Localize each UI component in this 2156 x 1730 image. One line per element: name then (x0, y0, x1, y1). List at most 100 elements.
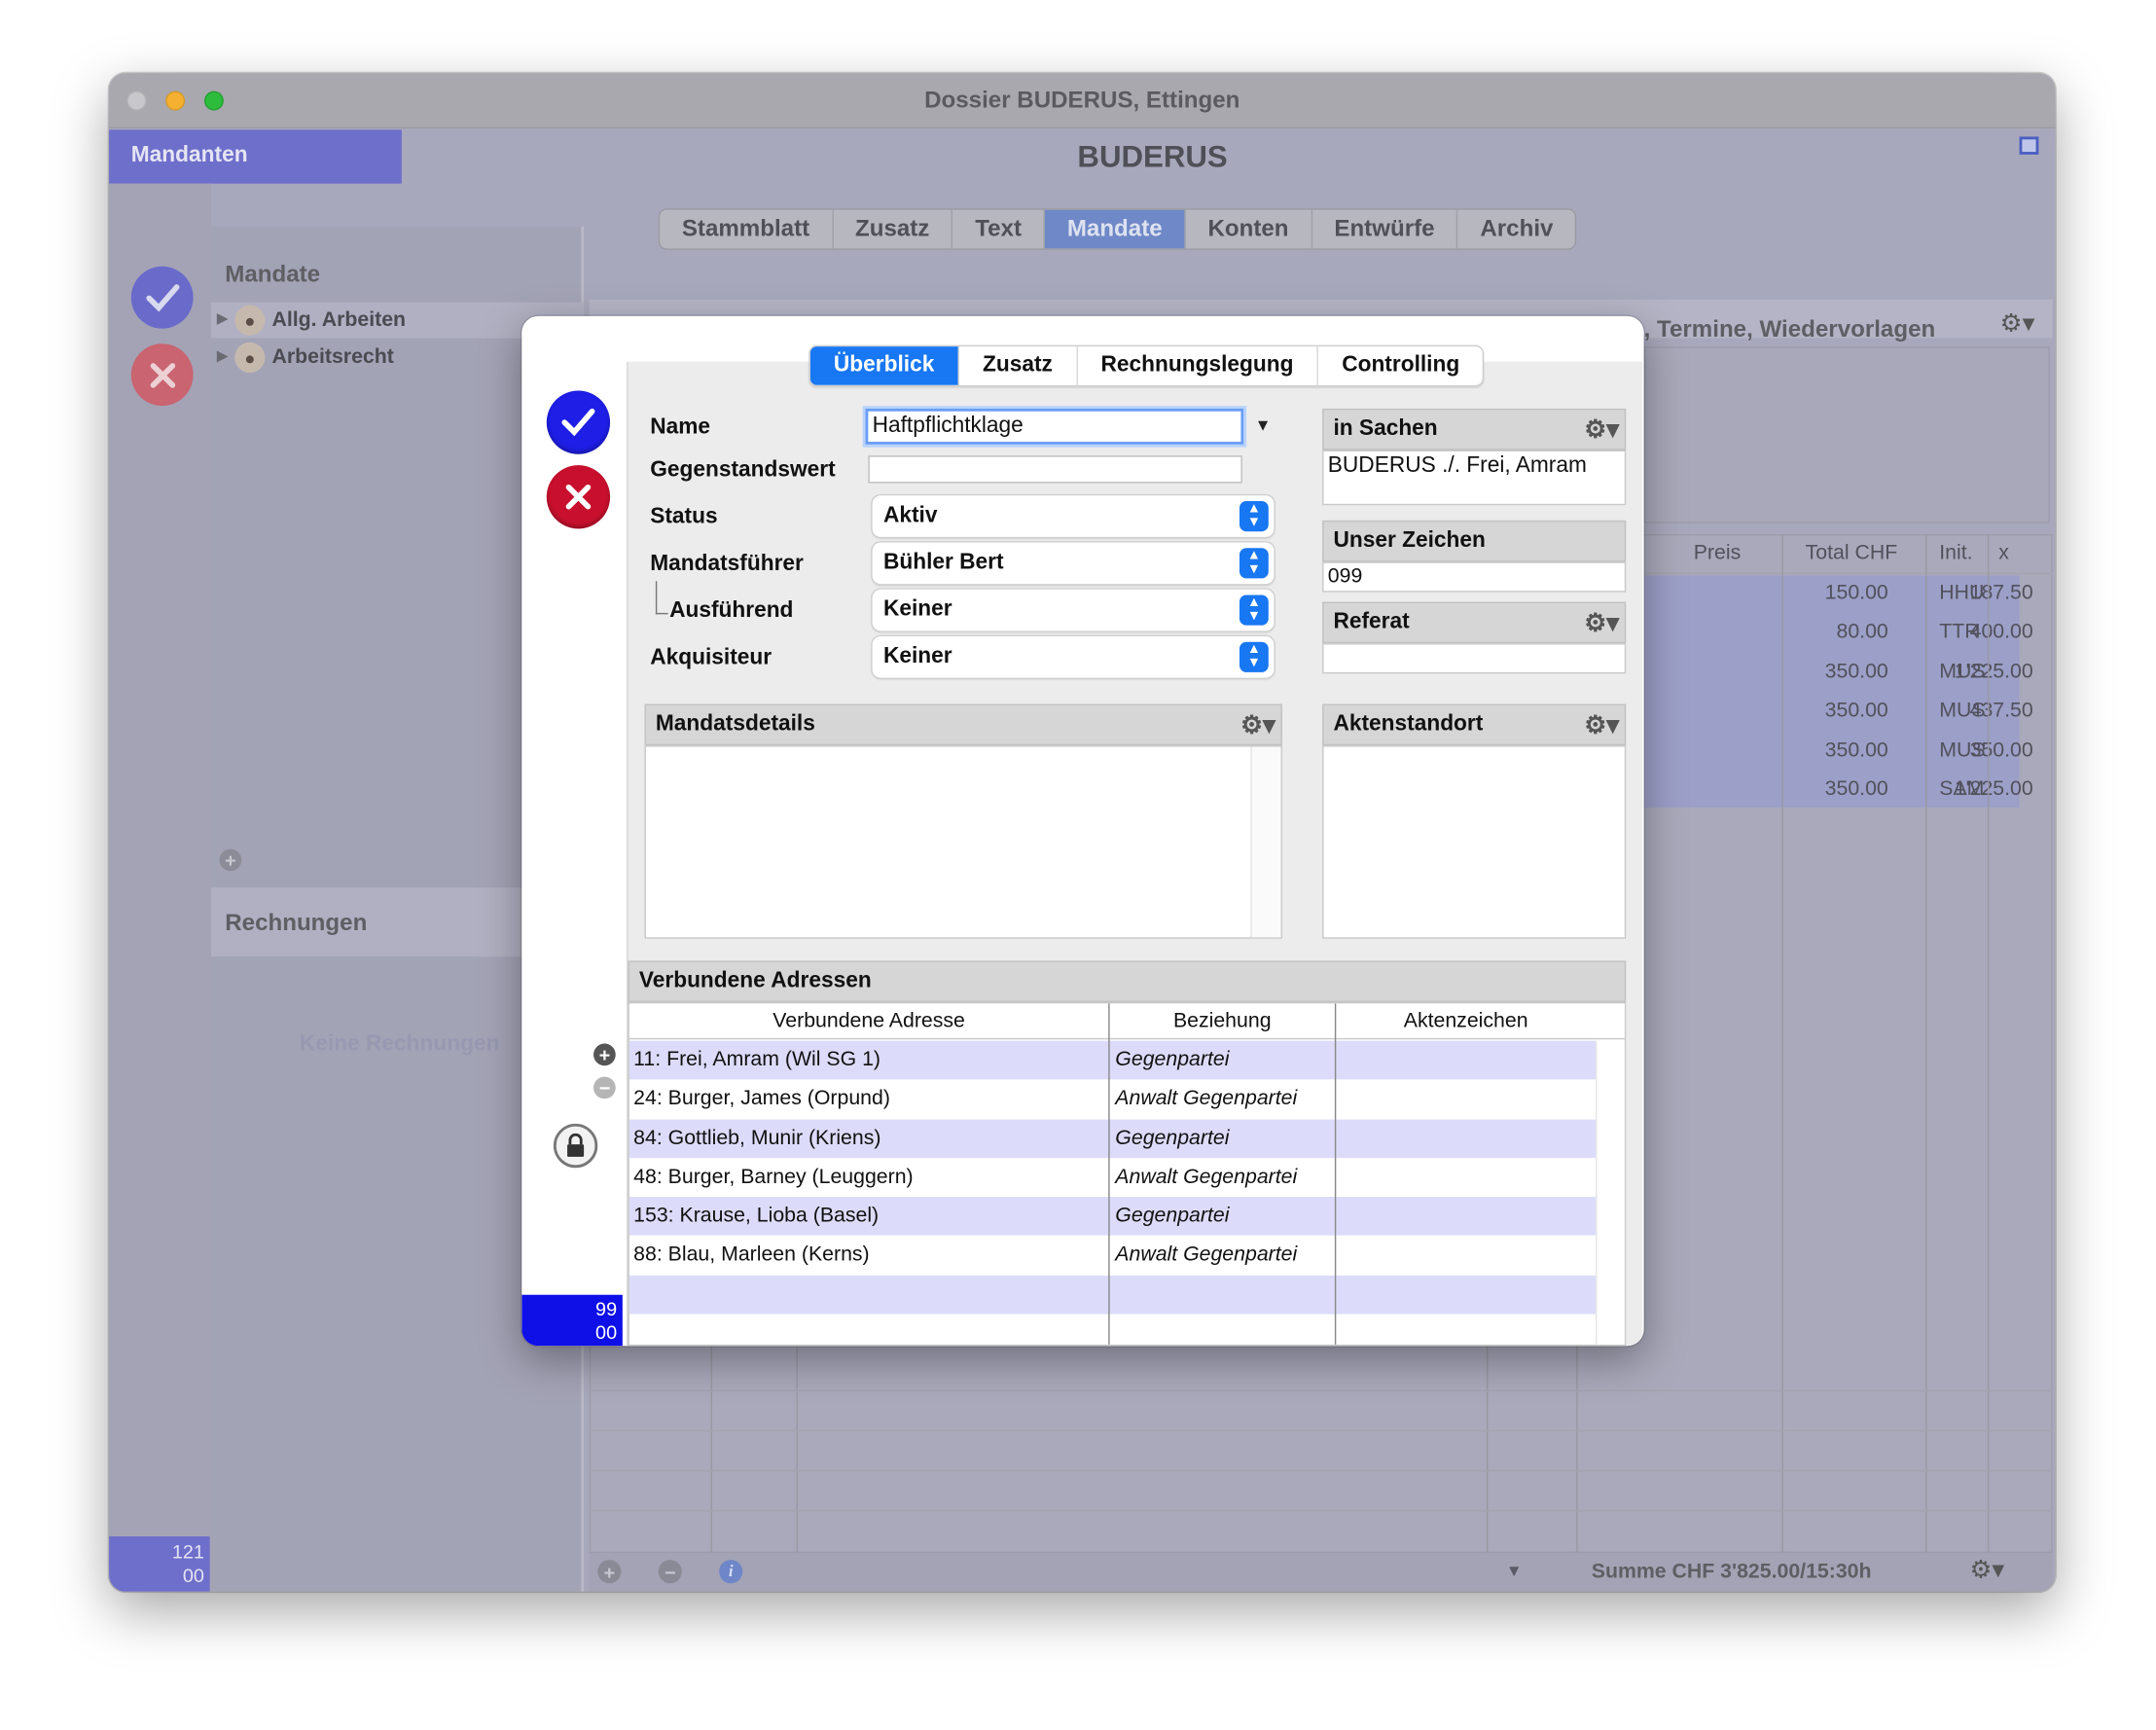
table-row[interactable]: 350.00 1'225.00 MUS (1644, 654, 2053, 693)
remove-icon[interactable]: − (658, 1560, 682, 1584)
add-address-icon[interactable]: + (593, 1043, 616, 1066)
tab-stammblatt[interactable]: Stammblatt (660, 209, 834, 249)
col-beziehung[interactable]: Beziehung (1110, 1003, 1335, 1039)
lock-icon[interactable] (553, 1123, 598, 1169)
add-icon[interactable]: + (597, 1560, 622, 1584)
table-row[interactable]: 48: Burger, Barney (Leuggern) Anwalt Gege… (629, 1158, 1597, 1198)
rechnungen-empty-text: Keine Rechnungen (299, 1032, 500, 1057)
disclosure-triangle-icon[interactable]: ▶ (217, 309, 229, 327)
cell-beziehung: Anwalt Gegenpartei (1115, 1165, 1298, 1189)
add-mandate-icon[interactable]: + (219, 848, 242, 872)
tab-zusatz[interactable]: Zusatz (833, 209, 953, 249)
tab-rechnungslegung[interactable]: Rechnungslegung (1077, 346, 1319, 385)
grid-line (589, 1469, 2053, 1472)
table-row[interactable]: 11: Frei, Amram (Wil SG 1) Gegenpartei (629, 1040, 1597, 1080)
cell-adresse: 24: Burger, James (Orpund) (633, 1086, 890, 1111)
cell-beziehung: Gegenpartei (1115, 1126, 1230, 1150)
tab-ueberblick[interactable]: Überblick (809, 346, 959, 385)
cell-preis: 80.00 (1836, 620, 1888, 644)
ausfuehrend-label: Ausführend (669, 598, 794, 623)
name-input[interactable]: Haftpflichtklage (865, 408, 1244, 445)
grid-line (1987, 534, 1990, 1554)
referat-field[interactable] (1322, 643, 1627, 674)
gear-icon[interactable]: ⚙▾ (1584, 705, 1619, 744)
table-row[interactable]: 350.00 437.50 MUS (1644, 693, 2053, 732)
main-tabs: Stammblatt Zusatz Text Mandate Konten En… (658, 208, 1577, 250)
gear-icon[interactable]: ⚙▾ (1584, 603, 1619, 642)
record-counter: 121 00 (109, 1536, 210, 1592)
gear-icon[interactable]: ⚙▾ (2000, 309, 2035, 339)
akquisiteur-select[interactable]: Keiner ▲ ▼ (872, 636, 1275, 678)
remove-address-icon[interactable]: − (593, 1076, 616, 1099)
table-row[interactable]: 350.00 350.00 MUS (1644, 733, 2053, 772)
in-sachen-label: in Sachen (1333, 416, 1438, 441)
tab-entwuerfe[interactable]: Entwürfe (1312, 209, 1458, 249)
name-label: Name (650, 415, 711, 440)
table-row[interactable]: 350.00 1'225.00 SAM (1644, 772, 2053, 811)
akquisiteur-label: Akquisiteur (650, 645, 773, 670)
tab-text[interactable]: Text (952, 209, 1046, 249)
confirm-icon[interactable] (546, 390, 611, 454)
gear-icon[interactable]: ⚙▾ (1584, 410, 1619, 449)
table-row[interactable]: 24: Burger, James (Orpund) Anwalt Gegenpa… (629, 1079, 1597, 1119)
tab-archiv[interactable]: Archiv (1458, 210, 1575, 249)
col-aktenzeichen[interactable]: Aktenzeichen (1336, 1003, 1596, 1039)
cell-adresse: 88: Blau, Marleen (Kerns) (633, 1243, 870, 1267)
mandatsdetails-textarea[interactable] (644, 745, 1282, 939)
table-row[interactable]: 150.00 187.50 HHU (1644, 576, 2053, 615)
table-row[interactable]: 80.00 400.00 TTR (1644, 615, 2053, 654)
dropdown-icon[interactable]: ▼ (1506, 1562, 1523, 1581)
window-toggle-icon[interactable] (2019, 136, 2039, 155)
table-row[interactable]: 84: Gottlieb, Munir (Kriens) Gegenpartei (629, 1118, 1597, 1159)
verbundene-rows: 11: Frei, Amram (Wil SG 1) Gegenpartei 24… (629, 1040, 1597, 1315)
info-icon[interactable]: i (719, 1560, 743, 1584)
tab-zusatz[interactable]: Zusatz (959, 346, 1078, 385)
cancel-icon[interactable] (546, 465, 611, 529)
col-verbundene-adresse[interactable]: Verbundene Adresse (629, 1003, 1108, 1039)
cell-beziehung: Anwalt Gegenpartei (1115, 1243, 1298, 1267)
mandatsfuehrer-select[interactable]: Bühler Bert ▲ ▼ (872, 542, 1275, 585)
col-init: Init. (1939, 541, 1973, 565)
akquisiteur-value: Keiner (882, 644, 952, 668)
cell-preis: 350.00 (1824, 659, 1888, 683)
grid-line (1576, 1346, 1578, 1554)
mandat-dialog: + − 99 00 Überblick Zusatz Rechnungslegu… (521, 315, 1644, 1347)
status-value: Aktiv (882, 503, 938, 527)
referat-label: Referat (1333, 610, 1410, 634)
in-sachen-field[interactable]: BUDERUS ./. Frei, Amram (1322, 450, 1627, 506)
title-bar: Dossier BUDERUS, Ettingen (109, 73, 2056, 128)
aktenstandort-textarea[interactable] (1322, 745, 1627, 939)
tab-controlling[interactable]: Controlling (1318, 346, 1483, 385)
tab-konten[interactable]: Konten (1186, 209, 1312, 249)
gear-icon[interactable]: ⚙▾ (1240, 705, 1276, 744)
cell-init: MUS (1939, 738, 1986, 762)
confirm-icon[interactable] (130, 266, 194, 329)
cancel-icon[interactable] (130, 343, 194, 407)
name-dropdown-icon[interactable]: ▼ (1255, 415, 1272, 435)
tree-connector (655, 581, 668, 615)
cell-init: TTR (1939, 620, 1980, 644)
person-icon: ● (234, 305, 266, 336)
ausfuehrend-select[interactable]: Keiner ▲ ▼ (872, 589, 1275, 631)
gear-icon[interactable]: ⚙▾ (1969, 1556, 2004, 1585)
scrollbar[interactable] (1596, 1040, 1625, 1345)
table-row[interactable]: 153: Krause, Lioba (Basel) Gegenpartei (629, 1197, 1597, 1237)
chevron-updown-icon: ▲ ▼ (1239, 641, 1269, 672)
unser-zeichen-field[interactable]: 099 (1322, 561, 1627, 593)
column-divider (1334, 1003, 1337, 1345)
mandatsdetails-label: Mandatsdetails (655, 712, 815, 737)
tab-mandate[interactable]: Mandate (1045, 209, 1186, 249)
disclosure-triangle-icon[interactable]: ▶ (217, 346, 229, 365)
mandate-item-label: Arbeitsrecht (271, 344, 394, 369)
table-row-empty[interactable] (629, 1275, 1597, 1315)
leistungen-rows: 150.00 187.50 HHU 80.00 400.00 TTR 350.00 1'2… (1644, 576, 2053, 811)
gegenstandswert-input[interactable] (868, 455, 1242, 484)
table-header: Verbundene Adresse Beziehung Aktenzeiche… (629, 1003, 1625, 1040)
right-notes-box (1643, 346, 2050, 523)
cell-init: HHU (1939, 581, 1985, 605)
grid-line (589, 1510, 2053, 1512)
mandate-item-label: Allg. Arbeiten (271, 307, 407, 332)
scrollbar[interactable] (1250, 746, 1281, 938)
table-row[interactable]: 88: Blau, Marleen (Kerns) Anwalt Gegenpar… (629, 1236, 1597, 1276)
status-select[interactable]: Aktiv ▲ ▼ (872, 495, 1275, 537)
